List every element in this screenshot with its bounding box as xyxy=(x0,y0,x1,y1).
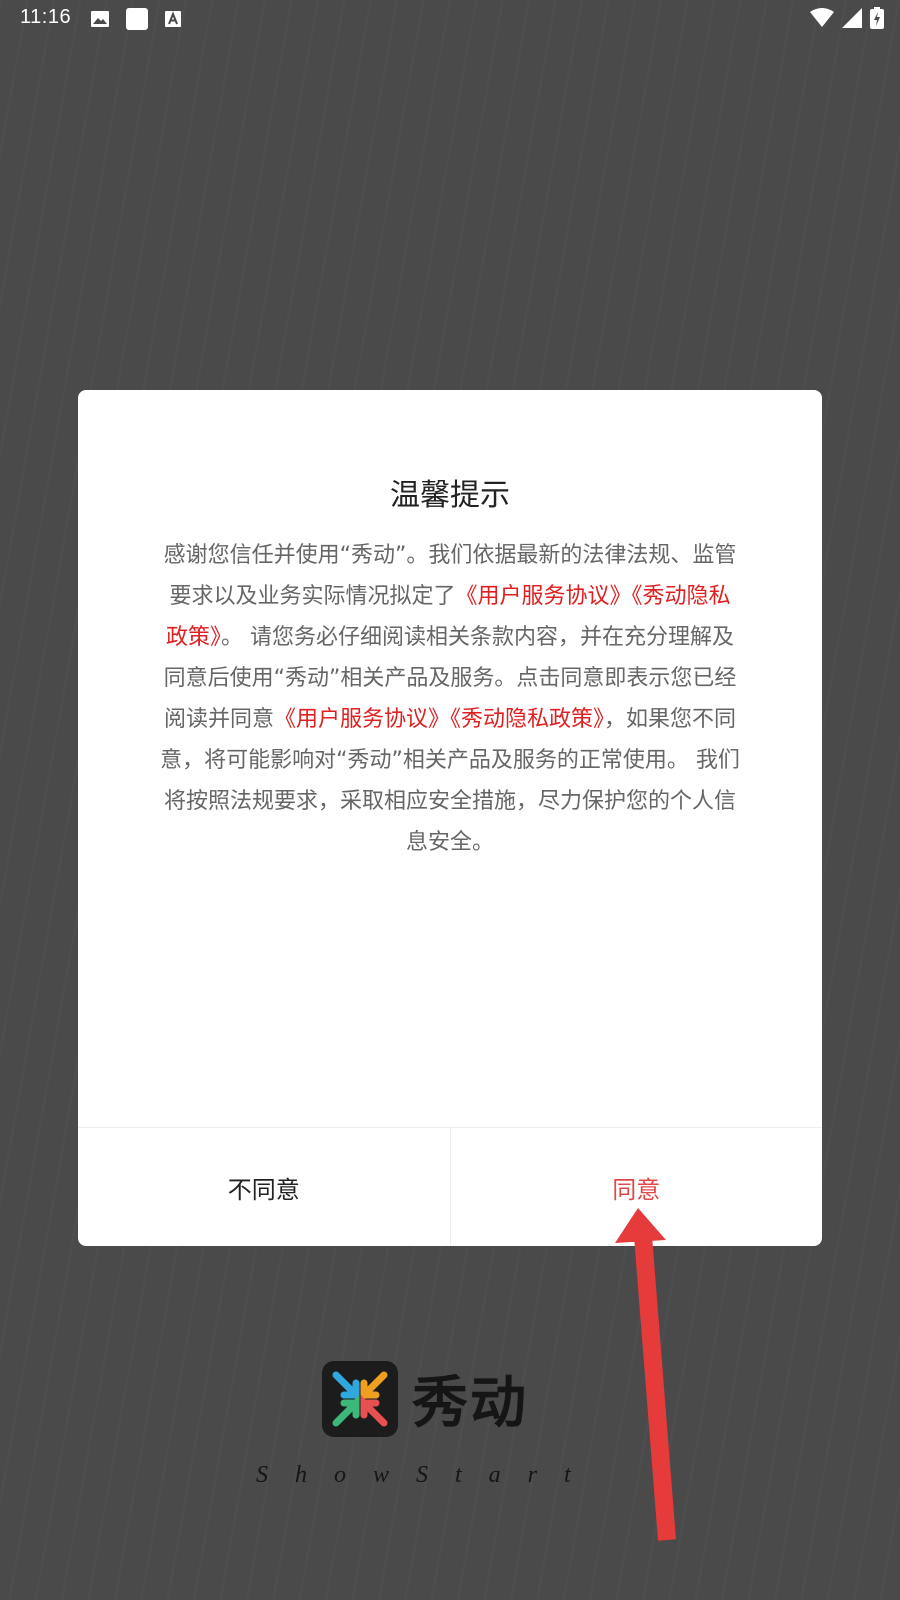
dialog-footer: 不同意 同意 xyxy=(78,1127,822,1246)
disagree-button[interactable]: 不同意 xyxy=(78,1128,451,1246)
font-a-icon xyxy=(164,10,182,28)
status-left-icons xyxy=(90,8,182,30)
wifi-icon xyxy=(810,8,834,28)
status-time: 11:16 xyxy=(20,6,72,28)
agree-button[interactable]: 同意 xyxy=(451,1128,823,1246)
status-right-icons xyxy=(810,7,884,29)
battery-charging-icon xyxy=(870,7,884,29)
privacy-dialog: 温馨提示 感谢您信任并使用“秀动”。我们依据最新的法律法规、监管要求以及业务实际… xyxy=(78,390,822,1246)
agreement-link-2[interactable]: 《用户服务协议》《秀动隐私政策》 xyxy=(274,707,604,732)
dialog-title: 温馨提示 xyxy=(390,478,510,513)
brand-name: 秀动 xyxy=(412,1371,528,1436)
dialog-message: 感谢您信任并使用“秀动”。我们依据最新的法律法规、监管要求以及业务实际情况拟定了… xyxy=(160,535,740,863)
brand-tagline: ShowStart xyxy=(256,1462,598,1488)
brand: 秀动 xyxy=(322,1358,528,1439)
cell-signal-icon xyxy=(842,8,862,28)
white-square-icon xyxy=(126,8,148,30)
status-bar: 11:16 xyxy=(0,0,900,36)
image-icon xyxy=(90,10,110,28)
arrows-converging-logo-icon xyxy=(322,1360,398,1437)
